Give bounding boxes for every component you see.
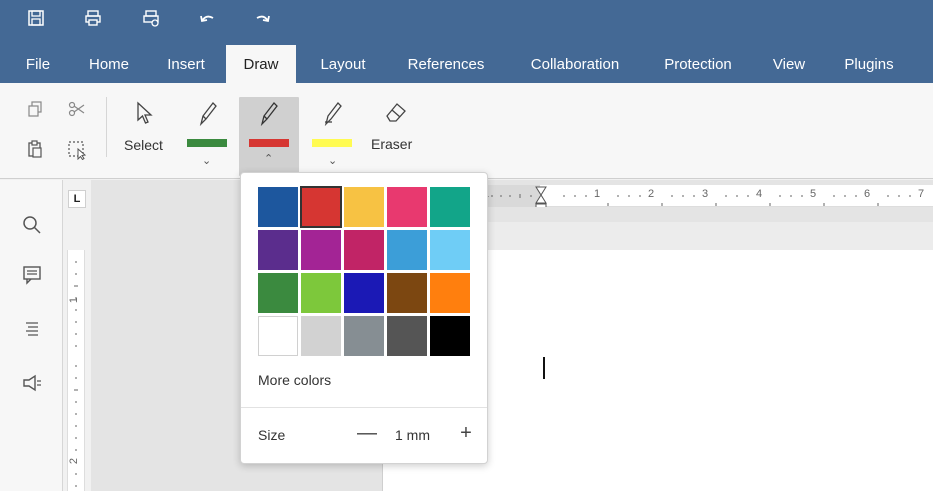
tab-draw[interactable]: Draw — [226, 45, 296, 83]
tab-stop-selector[interactable]: L — [68, 190, 86, 208]
eraser-button[interactable]: Eraser — [368, 97, 426, 157]
color-swatch[interactable] — [430, 230, 470, 270]
redo-icon[interactable] — [251, 9, 275, 33]
tab-references[interactable]: References — [390, 42, 502, 83]
chevron-down-icon[interactable]: ⌄ — [328, 154, 337, 167]
color-swatch[interactable] — [387, 273, 427, 313]
more-colors-link[interactable]: More colors — [258, 372, 331, 388]
toolbar-separator — [106, 97, 107, 157]
color-swatch[interactable] — [344, 316, 384, 356]
tab-view[interactable]: View — [758, 42, 820, 83]
text-cursor — [543, 357, 545, 379]
color-swatch[interactable] — [258, 316, 298, 356]
color-swatch[interactable] — [301, 230, 341, 270]
comments-icon[interactable] — [20, 265, 44, 289]
tab-insert[interactable]: Insert — [155, 42, 217, 83]
tab-home[interactable]: Home — [78, 42, 140, 83]
hruler-number: 2 — [648, 188, 655, 200]
tab-protection[interactable]: Protection — [648, 42, 748, 83]
headings-icon[interactable] — [20, 318, 44, 342]
copy-icon[interactable] — [24, 101, 46, 123]
hruler-number: 4 — [756, 188, 763, 200]
cut-icon[interactable] — [66, 101, 88, 123]
paste-icon[interactable] — [24, 140, 46, 162]
left-sidebar — [0, 180, 63, 491]
menu-tabs: File Home Insert Draw Layout References … — [0, 42, 933, 83]
tab-layout[interactable]: Layout — [306, 42, 380, 83]
vruler-number: 1 — [68, 296, 81, 304]
pen-green-button[interactable]: ⌄ — [182, 97, 232, 176]
color-swatch[interactable] — [344, 273, 384, 313]
size-value: 1 mm — [395, 427, 430, 443]
search-icon[interactable] — [20, 215, 44, 239]
color-swatch[interactable] — [430, 273, 470, 313]
quick-print-icon[interactable] — [139, 9, 163, 33]
size-increase-button[interactable]: + — [454, 421, 478, 445]
color-swatch[interactable] — [301, 316, 341, 356]
color-swatch[interactable] — [430, 187, 470, 227]
hruler-number: 7 — [918, 188, 925, 200]
pen-icon — [197, 100, 219, 129]
print-icon[interactable] — [81, 9, 105, 33]
hruler-number: 6 — [864, 188, 871, 200]
quick-access-bar — [0, 0, 933, 42]
save-icon[interactable] — [24, 9, 48, 33]
vruler-number: 2 — [68, 457, 81, 465]
hruler-number: 3 — [702, 188, 709, 200]
eraser-icon — [384, 101, 408, 126]
feedback-icon[interactable] — [20, 373, 44, 397]
highlighter-color-bar — [312, 139, 352, 147]
size-decrease-button[interactable]: — — [355, 421, 379, 445]
pen-color-popup: More colors Size — 1 mm + — [240, 172, 488, 464]
color-swatch[interactable] — [387, 230, 427, 270]
color-swatch[interactable] — [387, 316, 427, 356]
size-label: Size — [258, 427, 286, 443]
pen-red-button[interactable]: ⌃ — [239, 97, 299, 176]
eraser-label: Eraser — [371, 136, 413, 152]
chevron-up-icon[interactable]: ⌃ — [264, 152, 273, 165]
pen-color-bar — [187, 139, 227, 147]
select-all-icon[interactable] — [66, 140, 88, 162]
color-swatch[interactable] — [430, 316, 470, 356]
color-swatch[interactable] — [300, 186, 342, 228]
tab-plugins[interactable]: Plugins — [830, 42, 908, 83]
color-swatch[interactable] — [344, 187, 384, 227]
cursor-arrow-icon — [135, 101, 155, 128]
color-swatch[interactable] — [258, 187, 298, 227]
select-tool-button[interactable]: Select — [118, 97, 176, 157]
undo-icon[interactable] — [195, 9, 219, 33]
color-swatch[interactable] — [258, 273, 298, 313]
pen-color-bar — [249, 139, 289, 147]
hruler-number: 1 — [594, 188, 601, 200]
color-swatch[interactable] — [344, 230, 384, 270]
color-swatch[interactable] — [301, 273, 341, 313]
tab-collaboration[interactable]: Collaboration — [512, 42, 638, 83]
color-swatch[interactable] — [387, 187, 427, 227]
color-swatch[interactable] — [258, 230, 298, 270]
tab-file[interactable]: File — [14, 42, 62, 83]
highlighter-button[interactable]: ⌄ — [308, 97, 358, 176]
vertical-ruler: 1 2 — [67, 250, 85, 491]
pen-icon — [258, 100, 280, 129]
select-label: Select — [124, 137, 163, 153]
divider — [241, 407, 487, 408]
hruler-number: 5 — [810, 188, 817, 200]
highlighter-icon — [322, 100, 344, 129]
chevron-down-icon[interactable]: ⌄ — [202, 154, 211, 167]
